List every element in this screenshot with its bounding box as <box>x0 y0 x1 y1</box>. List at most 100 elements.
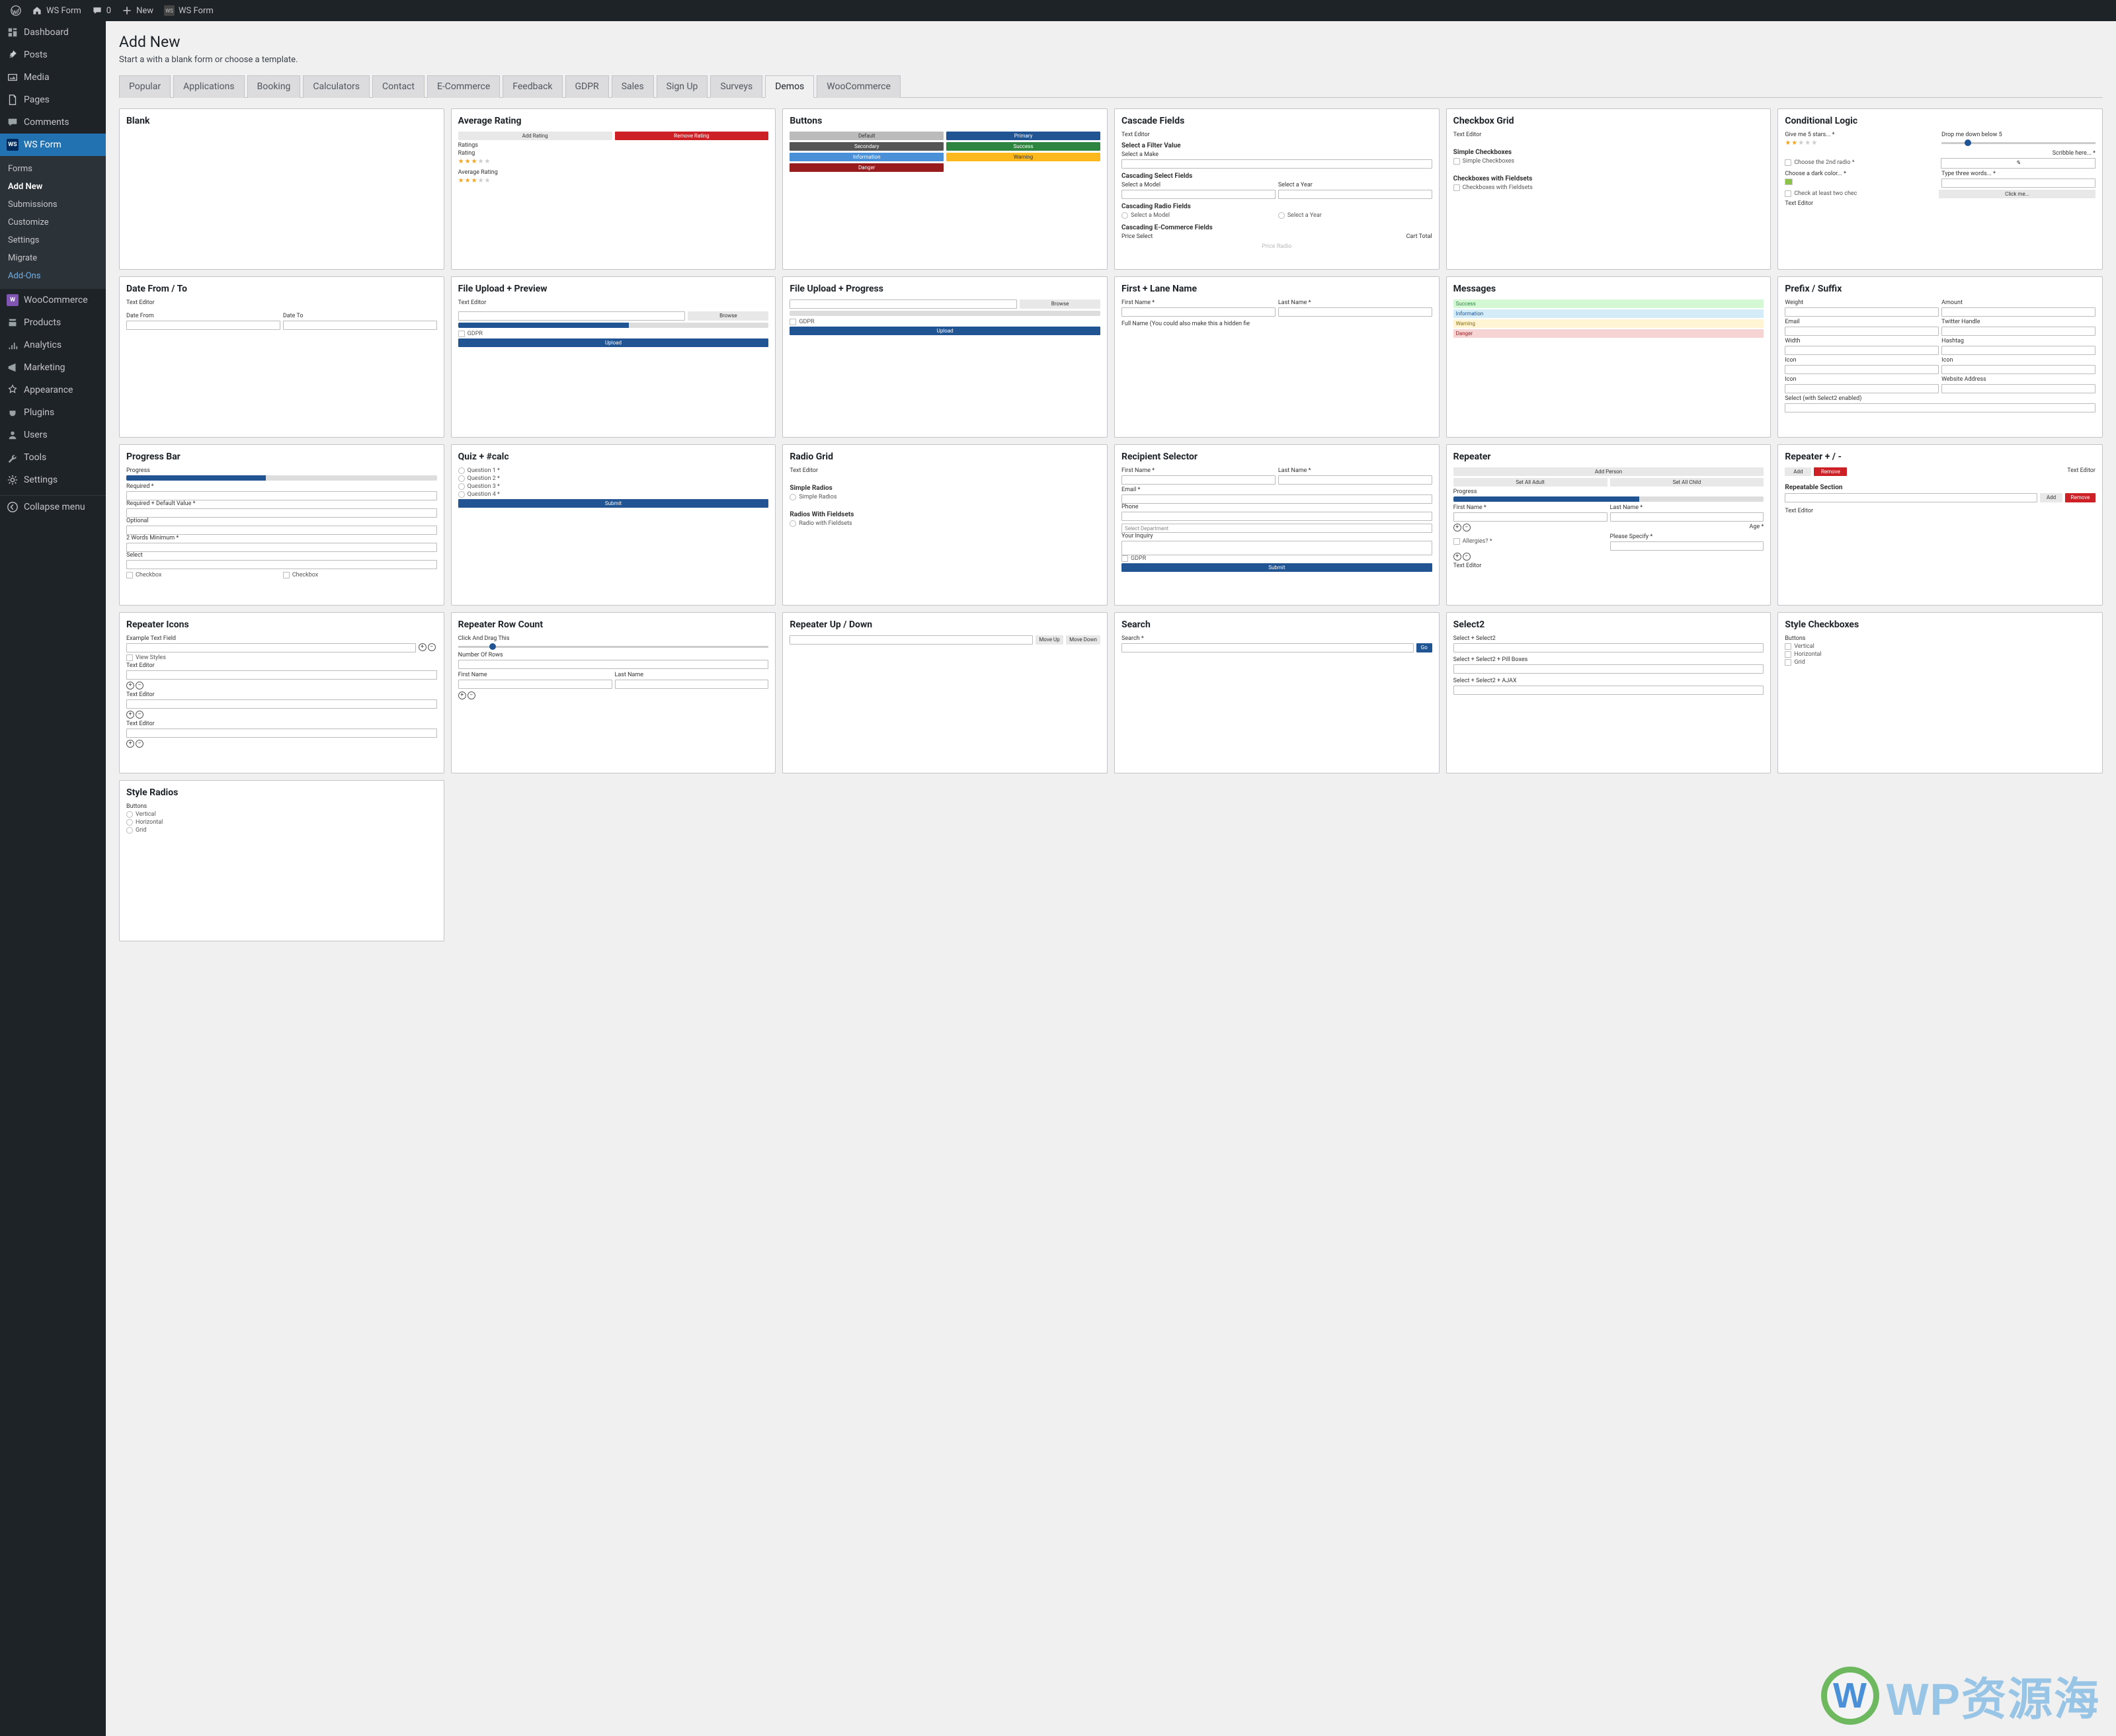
date-to-input[interactable] <box>283 321 437 330</box>
submenu-item-customize[interactable]: Customize <box>0 214 106 231</box>
comments-link[interactable]: 0 <box>87 0 116 21</box>
go-button[interactable]: Go <box>1416 643 1432 652</box>
submit-button[interactable]: Submit <box>458 499 769 508</box>
card-quiz[interactable]: Quiz + #calc Question 1 * Question 2 * Q… <box>451 444 776 606</box>
tab-contact[interactable]: Contact <box>372 75 425 98</box>
first-name-input[interactable] <box>1121 307 1276 317</box>
tab-demos[interactable]: Demos <box>765 75 814 98</box>
sidebar-item-media[interactable]: Media <box>0 66 106 89</box>
tab-woocommerce[interactable]: WooCommerce <box>817 75 901 98</box>
card-select2[interactable]: Select2 Select + Select2 Select + Select… <box>1446 612 1771 773</box>
year-select[interactable] <box>1278 190 1432 199</box>
submenu-item-settings[interactable]: Settings <box>0 231 106 249</box>
submenu-item-add-new[interactable]: Add New <box>0 178 106 196</box>
model-select[interactable] <box>1121 190 1276 199</box>
sidebar-item-plugins[interactable]: Plugins <box>0 401 106 424</box>
browse-button[interactable]: Browse <box>688 311 768 321</box>
card-repeater-row-count[interactable]: Repeater Row Count Click And Drag This N… <box>451 612 776 773</box>
info-button[interactable]: Information <box>790 153 944 161</box>
tab-gdpr[interactable]: GDPR <box>565 75 609 98</box>
card-style-checkboxes[interactable]: Style Checkboxes Buttons Vertical Horizo… <box>1777 612 2103 773</box>
primary-button[interactable]: Primary <box>946 132 1100 140</box>
click-me-button[interactable]: Click me... <box>1939 190 2096 198</box>
tab-e-commerce[interactable]: E-Commerce <box>427 75 500 98</box>
card-prefix-suffix[interactable]: Prefix / Suffix WeightAmount EmailTwitte… <box>1777 276 2103 438</box>
sidebar-item-posts[interactable]: Posts <box>0 44 106 66</box>
card-date[interactable]: Date From / To Text Editor Date FromDate… <box>119 276 444 438</box>
move-down-button[interactable]: Move Down <box>1066 635 1100 645</box>
upload-button[interactable]: Upload <box>458 338 769 347</box>
card-average-rating[interactable]: Average Rating Add Rating Remove Rating … <box>451 108 776 270</box>
add-button[interactable]: Add <box>1785 467 1811 476</box>
plus-icon[interactable]: + <box>419 643 427 651</box>
tab-applications[interactable]: Applications <box>173 75 245 98</box>
card-first-lane[interactable]: First + Lane Name First Name *Last Name … <box>1114 276 1440 438</box>
card-repeater-pm[interactable]: Repeater + / - AddRemoveText Editor Repe… <box>1777 444 2103 606</box>
remove-button[interactable]: Remove <box>1814 467 1847 476</box>
secondary-button[interactable]: Secondary <box>790 142 944 151</box>
card-file-preview[interactable]: File Upload + Preview Text Editor Browse… <box>451 276 776 438</box>
card-style-radios[interactable]: Style Radios Buttons Vertical Horizontal… <box>119 780 444 941</box>
move-up-button[interactable]: Move Up <box>1036 635 1063 645</box>
card-cascade[interactable]: Cascade Fields Text Editor Select a Filt… <box>1114 108 1440 270</box>
last-name-input[interactable] <box>1278 307 1432 317</box>
simple-checkbox[interactable]: Simple Checkboxes <box>1453 158 1764 165</box>
card-progress-bar[interactable]: Progress Bar Progress Required * Require… <box>119 444 444 606</box>
card-messages[interactable]: Messages Success Information Warning Dan… <box>1446 276 1771 438</box>
gdpr-checkbox[interactable]: GDPR <box>458 331 769 337</box>
tab-feedback[interactable]: Feedback <box>503 75 562 98</box>
sidebar-item-ws-form[interactable]: WSWS Form <box>0 134 106 156</box>
slider[interactable] <box>458 646 769 648</box>
card-repeater-icons[interactable]: Repeater Icons Example Text Field +− Vie… <box>119 612 444 773</box>
make-select[interactable] <box>1121 159 1432 169</box>
collapse-menu[interactable]: Collapse menu <box>0 495 106 518</box>
gdpr-checkbox[interactable]: GDPR <box>790 319 1100 325</box>
default-button[interactable]: Default <box>790 132 944 140</box>
submenu-item-migrate[interactable]: Migrate <box>0 249 106 267</box>
sidebar-item-marketing[interactable]: Marketing <box>0 356 106 379</box>
plus-icon[interactable]: + <box>1453 553 1461 561</box>
card-search[interactable]: Search Search * Go <box>1114 612 1440 773</box>
tab-surveys[interactable]: Surveys <box>710 75 762 98</box>
card-file-progress[interactable]: File Upload + Progress Browse GDPR Uploa… <box>782 276 1108 438</box>
search-input[interactable] <box>1121 643 1414 652</box>
browse-button[interactable]: Browse <box>1020 299 1100 309</box>
sidebar-item-users[interactable]: Users <box>0 424 106 446</box>
warning-button[interactable]: Warning <box>946 153 1100 161</box>
sidebar-item-woocommerce[interactable]: WWooCommerce <box>0 289 106 311</box>
card-repeater[interactable]: Repeater Add Person Set All AdultSet All… <box>1446 444 1771 606</box>
card-blank[interactable]: Blank <box>119 108 444 270</box>
add-rating-button[interactable]: Add Rating <box>458 132 612 140</box>
remove-rating-button[interactable]: Remove Rating <box>615 132 769 140</box>
sidebar-item-products[interactable]: Products <box>0 311 106 334</box>
card-radio-grid[interactable]: Radio Grid Text Editor Simple Radios Sim… <box>782 444 1108 606</box>
date-from-input[interactable] <box>126 321 280 330</box>
ws-form-bar[interactable]: WSWS Form <box>159 0 219 21</box>
minus-icon[interactable]: − <box>1463 524 1471 532</box>
success-button[interactable]: Success <box>946 142 1100 151</box>
sidebar-item-analytics[interactable]: Analytics <box>0 334 106 356</box>
minus-icon[interactable]: − <box>428 643 436 651</box>
submenu-item-forms[interactable]: Forms <box>0 160 106 178</box>
sidebar-item-comments[interactable]: Comments <box>0 111 106 134</box>
danger-button[interactable]: Danger <box>790 163 944 172</box>
plus-icon[interactable]: + <box>1453 524 1461 532</box>
tab-popular[interactable]: Popular <box>119 75 171 98</box>
submenu-item-submissions[interactable]: Submissions <box>0 196 106 214</box>
submit-button[interactable]: Submit <box>1121 563 1432 572</box>
tab-sign-up[interactable]: Sign Up <box>657 75 708 98</box>
upload-button[interactable]: Upload <box>790 327 1100 335</box>
sidebar-item-settings[interactable]: Settings <box>0 469 106 491</box>
submenu-item-add-ons[interactable]: Add-Ons <box>0 267 106 285</box>
tab-sales[interactable]: Sales <box>612 75 654 98</box>
fieldset-checkbox[interactable]: Checkboxes with Fieldsets <box>1453 184 1764 191</box>
wp-logo[interactable] <box>5 0 26 21</box>
minus-icon[interactable]: − <box>468 691 475 699</box>
card-conditional[interactable]: Conditional Logic Give me 5 stars... *★★… <box>1777 108 2103 270</box>
sidebar-item-tools[interactable]: Tools <box>0 446 106 469</box>
sidebar-item-pages[interactable]: Pages <box>0 89 106 111</box>
plus-icon[interactable]: + <box>458 691 466 699</box>
site-home[interactable]: WS Form <box>26 0 87 21</box>
tab-booking[interactable]: Booking <box>247 75 301 98</box>
minus-icon[interactable]: − <box>1463 553 1471 561</box>
